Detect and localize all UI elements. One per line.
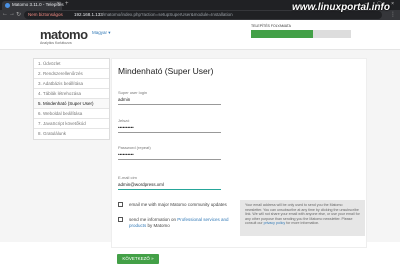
installer-page: matomo Analytics Korlátozva Magyar ▾ TEL… xyxy=(0,20,400,264)
step-item: 2. Rendszerellenőrzés xyxy=(34,69,109,79)
pro-services-suffix: by Matomo xyxy=(146,223,170,228)
reload-button[interactable]: ↻ xyxy=(16,11,21,18)
not-secure-warning[interactable]: Nem biztonságos xyxy=(28,12,63,17)
pro-services-prefix: send me information on xyxy=(129,217,178,222)
forward-button[interactable]: → xyxy=(9,11,15,17)
newsletter-checkbox-label[interactable]: email me with major Matomo community upd… xyxy=(129,202,227,207)
installation-steps: 1. Üdvözlet 2. Rendszerellenőrzés 3. Adatb… xyxy=(33,58,110,140)
url-host: 192.168.1.133 xyxy=(74,12,103,17)
next-button[interactable]: KÖVETKEZŐ » xyxy=(117,254,159,264)
note-end: for more information. xyxy=(285,221,320,226)
privacy-note: Your email address will be only used to … xyxy=(240,200,365,236)
products-link[interactable]: products xyxy=(129,223,146,228)
browser-tab[interactable]: Matomo 3.11.0 - Telepítés × xyxy=(2,1,64,10)
login-input[interactable]: admin xyxy=(118,95,221,105)
email-input[interactable]: admin@wordpress.xml xyxy=(118,180,221,190)
matomo-logo: matomo xyxy=(40,27,88,42)
pro-services-checkbox-label-line2[interactable]: products by Matomo xyxy=(129,223,170,228)
step-item: 4. Táblák létrehozása xyxy=(34,89,109,99)
progress-fill xyxy=(251,30,313,38)
progress-label: TELEPÍTÉS FOLYAMATA xyxy=(251,24,291,28)
password-repeat-input[interactable]: •••••••••• xyxy=(118,150,221,160)
watermark: www.linuxportal.info xyxy=(292,2,390,13)
language-selector[interactable]: Magyar ▾ xyxy=(92,30,111,36)
step-item: 1. Üdvözlet xyxy=(34,59,109,69)
step-item: 3. Adatbázis beállítása xyxy=(34,79,109,89)
new-tab-button[interactable]: + xyxy=(65,1,69,7)
tab-title: Matomo 3.11.0 - Telepítés xyxy=(12,2,64,7)
close-tab-icon[interactable]: × xyxy=(57,1,60,7)
favicon-icon xyxy=(5,3,10,8)
url-path: /matomo/index.php?action=setupSuperUser&… xyxy=(102,12,233,17)
page-title: Mindenható (Super User) xyxy=(118,66,214,76)
pro-services-checkbox-label[interactable]: send me information on Professional serv… xyxy=(129,217,229,222)
step-item: 7. JavaScript követőkód xyxy=(34,119,109,129)
browser-menu-icon[interactable]: ⋮ xyxy=(390,11,396,18)
pro-services-link[interactable]: Professional services and xyxy=(177,217,228,222)
password-input[interactable]: •••••••••• xyxy=(118,123,221,133)
newsletter-checkbox[interactable] xyxy=(118,202,123,207)
url-text: 192.168.1.133/matomo/index.php?action=se… xyxy=(74,12,233,17)
page-header: matomo Analytics Korlátozva Magyar ▾ TEL… xyxy=(0,20,400,50)
pro-services-checkbox[interactable] xyxy=(118,217,123,222)
privacy-policy-link[interactable]: privacy policy xyxy=(264,221,286,225)
step-item: 6. Weboldal beállítása xyxy=(34,109,109,119)
back-button[interactable]: ← xyxy=(2,11,8,17)
step-item: 8. Gratulálunk xyxy=(38,131,67,136)
logo-subtitle: Analytics Korlátozva xyxy=(40,41,72,45)
installation-progress-bar xyxy=(251,30,351,38)
step-item: 5. Mindenható (Super User) xyxy=(34,99,109,109)
